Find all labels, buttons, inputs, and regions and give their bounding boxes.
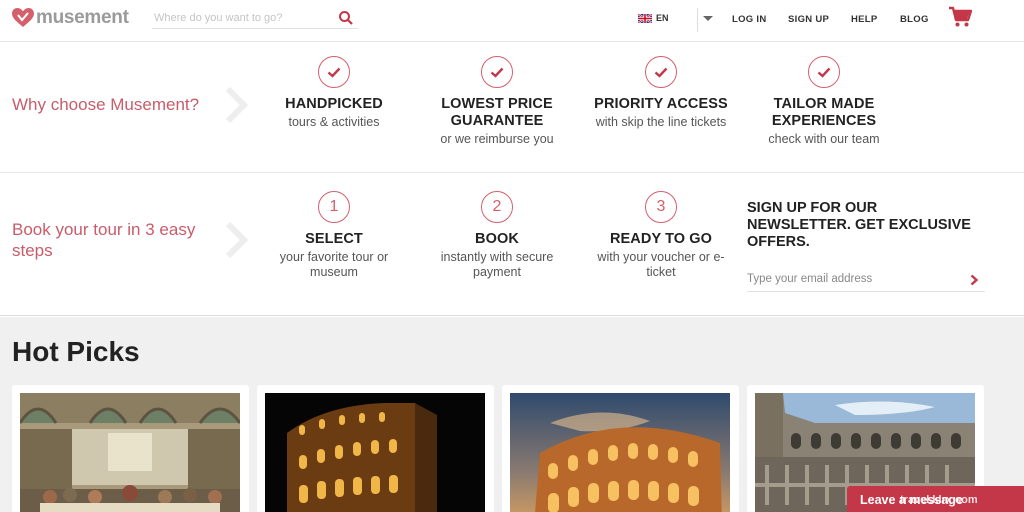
tour-card[interactable] bbox=[257, 385, 494, 512]
steps-title: Book your tour in 3 easy steps bbox=[12, 220, 196, 260]
chevron-right-icon bbox=[226, 87, 248, 123]
step-title: BOOK bbox=[475, 231, 519, 247]
nav-blog[interactable]: BLOG bbox=[900, 14, 929, 25]
heart-logo-icon bbox=[12, 8, 34, 27]
feature-subtitle: tours & activities bbox=[288, 115, 380, 129]
newsletter-form bbox=[747, 268, 985, 292]
why-choose-section: Why choose Musement? HANDPICKED tours & … bbox=[0, 42, 1024, 173]
search-bar bbox=[152, 7, 358, 29]
feature-priority-access: PRIORITY ACCESS with skip the line ticke… bbox=[581, 56, 741, 130]
newsletter-signup: SIGN UP FOR OUR NEWSLETTER. GET EXCLUSIV… bbox=[747, 200, 985, 292]
search-input[interactable] bbox=[152, 7, 332, 29]
check-icon bbox=[481, 56, 513, 88]
newsletter-email-input[interactable] bbox=[747, 268, 957, 290]
colosseum-sunset-image[interactable] bbox=[510, 393, 730, 512]
nav-login[interactable]: LOG IN bbox=[732, 14, 767, 25]
check-icon bbox=[318, 56, 350, 88]
step-ready: 3 READY TO GO with your voucher or e-tic… bbox=[581, 191, 741, 280]
feature-title: HANDPICKED bbox=[285, 96, 383, 112]
step-number: 2 bbox=[481, 191, 513, 223]
step-title: READY TO GO bbox=[609, 231, 713, 247]
chevron-right-icon bbox=[226, 222, 248, 258]
colosseum-night-image[interactable] bbox=[265, 393, 485, 512]
nav-signup[interactable]: SIGN UP bbox=[788, 14, 829, 25]
feature-handpicked: HANDPICKED tours & activities bbox=[254, 56, 414, 130]
language-label: EN bbox=[656, 13, 669, 23]
step-select: 1 SELECT your favorite tour or museum bbox=[254, 191, 414, 280]
feature-title: TAILOR MADE EXPERIENCES bbox=[771, 96, 877, 129]
chevron-right-icon[interactable] bbox=[970, 274, 979, 286]
step-title: SELECT bbox=[305, 231, 363, 247]
feature-tailor-made: TAILOR MADE EXPERIENCES check with our t… bbox=[744, 56, 904, 147]
check-icon bbox=[645, 56, 677, 88]
feature-lowest-price: LOWEST PRICE GUARANTEE or we reimburse y… bbox=[417, 56, 577, 147]
brand-logo[interactable]: musement bbox=[12, 8, 129, 28]
site-header: musement EN LOG IN SIGN UP HELP BLOG bbox=[0, 0, 1024, 42]
step-subtitle: with your voucher or e-ticket bbox=[597, 250, 725, 279]
check-icon bbox=[808, 56, 840, 88]
feature-title: LOWEST PRICE GUARANTEE bbox=[441, 96, 553, 129]
header-divider bbox=[697, 8, 698, 32]
language-selector[interactable]: EN bbox=[638, 13, 669, 23]
feature-title: PRIORITY ACCESS bbox=[594, 96, 728, 112]
step-number: 3 bbox=[645, 191, 677, 223]
step-number: 1 bbox=[318, 191, 350, 223]
hot-picks-section: Hot Picks bbox=[0, 317, 1024, 512]
step-subtitle: instantly with secure payment bbox=[440, 250, 554, 279]
newsletter-title: SIGN UP FOR OUR NEWSLETTER. GET EXCLUSIV… bbox=[747, 200, 971, 250]
uk-flag-icon bbox=[638, 13, 652, 23]
nav-help[interactable]: HELP bbox=[851, 14, 878, 25]
feature-subtitle: with skip the line tickets bbox=[595, 115, 727, 129]
tour-card[interactable] bbox=[502, 385, 739, 512]
step-subtitle: your favorite tour or museum bbox=[279, 250, 389, 279]
hot-picks-title: Hot Picks bbox=[12, 336, 140, 367]
feature-subtitle: check with our team bbox=[768, 132, 880, 146]
last-supper-image[interactable] bbox=[20, 393, 240, 512]
search-icon[interactable] bbox=[338, 10, 354, 26]
brand-name: musement bbox=[36, 7, 129, 28]
cart-icon[interactable] bbox=[948, 6, 972, 28]
watermark: travel.klrx.com bbox=[900, 494, 978, 506]
feature-subtitle: or we reimburse you bbox=[440, 132, 554, 146]
chevron-down-icon[interactable] bbox=[703, 16, 713, 21]
tour-card[interactable] bbox=[12, 385, 249, 512]
step-book: 2 BOOK instantly with secure payment bbox=[417, 191, 577, 280]
why-choose-title: Why choose Musement? bbox=[12, 95, 200, 114]
booking-steps-section: Book your tour in 3 easy steps 1 SELECT … bbox=[0, 174, 1024, 316]
